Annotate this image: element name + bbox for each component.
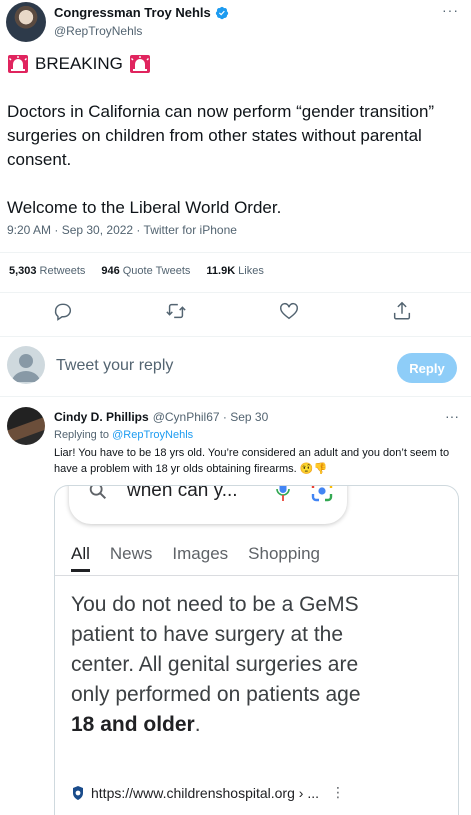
snippet-text: You do not need to be a GeMS patient to … (71, 593, 361, 706)
author-name-row: Congressman Troy Nehls (54, 5, 229, 20)
tweet-body: BREAKING Doctors in California can now p… (7, 52, 447, 220)
reply-text: Liar! You have to be 18 yrs old. You’re … (54, 447, 450, 475)
verified-badge-icon (215, 6, 228, 19)
reply-button[interactable]: Reply (397, 353, 457, 383)
reply-composer: Tweet your reply Reply (0, 343, 471, 391)
retweets-count: 5,303 (9, 265, 37, 277)
likes-label: Likes (238, 265, 264, 277)
replying-to-link[interactable]: @RepTroyNehls (112, 429, 193, 441)
retweet-icon[interactable] (165, 300, 187, 322)
reply-media-image[interactable]: when can y... All News Images Shopping Y… (54, 485, 459, 815)
author-avatar[interactable] (6, 2, 46, 42)
replying-to-label: Replying to (54, 429, 110, 441)
google-result-url: https://www.childrenshospital.org › ... … (71, 784, 345, 801)
google-tab-news: News (109, 544, 153, 563)
search-query: when can y... (127, 485, 238, 501)
google-tab-all: All (71, 544, 90, 572)
likes-count: 11.9K (206, 265, 236, 277)
likes-stat[interactable]: 11.9K Likes (206, 265, 263, 277)
divider (0, 252, 471, 253)
like-icon[interactable] (278, 300, 300, 322)
author-name[interactable]: Congressman Troy Nehls (54, 5, 211, 20)
google-tab-divider (55, 575, 458, 576)
google-lens-icon (311, 486, 333, 502)
default-user-icon (12, 354, 40, 382)
tweet-timestamp[interactable]: 9:20 AM · Sep 30, 2022 · Twitter for iPh… (7, 223, 237, 237)
share-icon[interactable] (391, 300, 413, 322)
google-search-bar: when can y... (69, 485, 347, 524)
author-handle[interactable]: @RepTroyNehls (54, 24, 142, 38)
google-tabs: All News Images Shopping (71, 544, 320, 572)
result-menu-icon: ⋮ (331, 784, 345, 800)
tweet-header: Congressman Troy Nehls @RepTroyNehls ··· (6, 2, 465, 44)
reply-author-handle-time[interactable]: @CynPhil67 · Sep 30 (153, 410, 269, 424)
action-bar (0, 300, 471, 326)
snippet-bold: 18 and older (71, 713, 195, 736)
siren-icon (129, 55, 150, 73)
reply-input[interactable]: Tweet your reply (56, 357, 173, 375)
google-tab-shopping: Shopping (248, 544, 321, 563)
microphone-icon (276, 486, 290, 501)
search-icon (89, 486, 107, 500)
tweet-stats: 5,303 Retweets 946 Quote Tweets 11.9K Likes (9, 265, 264, 277)
tweet-text-closing: Welcome to the Liberal World Order. (7, 198, 282, 217)
divider (0, 396, 471, 397)
reply-author-avatar[interactable] (7, 407, 45, 445)
replying-to: Replying to @RepTroyNehls (54, 429, 193, 441)
quotes-count: 946 (101, 265, 120, 277)
reply-more-options-icon[interactable]: ··· (445, 408, 459, 424)
tweet-text-body: Doctors in California can now perform “g… (7, 102, 435, 169)
default-avatar (7, 346, 45, 384)
more-options-icon[interactable]: ··· (442, 2, 459, 18)
divider (0, 336, 471, 337)
result-url: https://www.childrenshospital.org › ... (91, 784, 319, 801)
quote-tweets-stat[interactable]: 946 Quote Tweets (101, 265, 190, 277)
divider (0, 292, 471, 293)
reply-author-row: Cindy D. Phillips @CynPhil67 · Sep 30 (54, 410, 268, 424)
google-featured-snippet: You do not need to be a GeMS patient to … (71, 590, 371, 740)
breaking-line: BREAKING (7, 52, 447, 76)
hospital-favicon-icon (73, 785, 83, 800)
retweets-stat[interactable]: 5,303 Retweets (9, 265, 85, 277)
reply-icon[interactable] (52, 300, 74, 322)
reply-author-name[interactable]: Cindy D. Phillips (54, 410, 149, 424)
google-tab-images: Images (172, 544, 229, 563)
quotes-label: Quote Tweets (122, 265, 191, 277)
siren-icon (8, 55, 28, 73)
snippet-end: . (194, 713, 201, 736)
retweets-label: Retweets (39, 265, 86, 277)
breaking-label: BREAKING (35, 54, 123, 73)
